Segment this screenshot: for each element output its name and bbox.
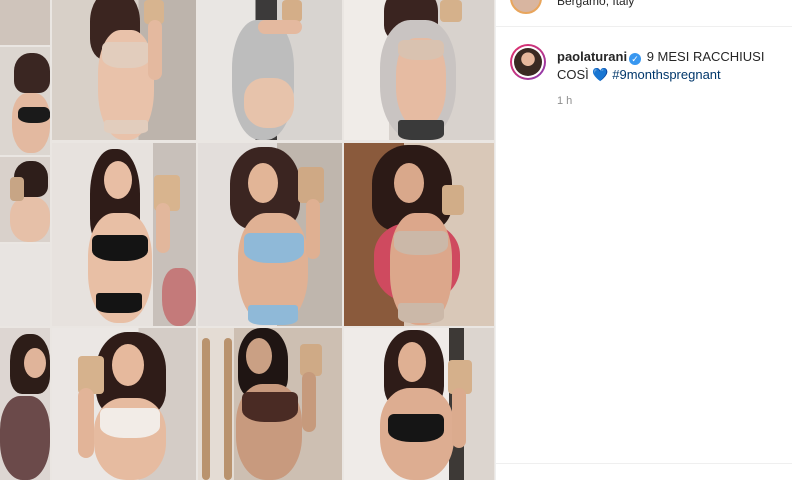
photo-tile-left-2 bbox=[0, 47, 50, 155]
photo-tile-r3c2 bbox=[198, 328, 342, 480]
header-divider bbox=[496, 26, 792, 27]
post-sidebar: Bergamo, Italy paolaturani ✓ 9 MESI RACCH… bbox=[495, 0, 792, 480]
photo-tile-r1c3 bbox=[344, 0, 494, 140]
caption-hashtag[interactable]: #9monthspregnant bbox=[612, 67, 720, 82]
photo-tile-r2c3 bbox=[344, 143, 494, 326]
photo-tile-r3c3 bbox=[344, 328, 494, 480]
caption-timestamp[interactable]: 1 h bbox=[557, 95, 572, 107]
post-caption: paolaturani ✓ 9 MESI RACCHIUSI COSÌ 💙 #9m… bbox=[557, 48, 777, 84]
caption-username[interactable]: paolaturani bbox=[557, 49, 627, 64]
post-photo-collage[interactable] bbox=[0, 0, 495, 480]
caption-avatar[interactable] bbox=[510, 44, 546, 80]
photo-tile-r2c1 bbox=[52, 143, 196, 326]
photo-tile-left-1 bbox=[0, 0, 50, 45]
photo-tile-left-4 bbox=[0, 244, 50, 326]
photo-tile-r1c2 bbox=[198, 0, 342, 140]
post-location[interactable]: Bergamo, Italy bbox=[557, 0, 634, 8]
header-avatar[interactable] bbox=[510, 0, 542, 14]
footer-divider bbox=[496, 463, 792, 464]
photo-tile-left-3 bbox=[0, 157, 50, 242]
photo-tile-r3c1 bbox=[52, 328, 196, 480]
photo-tile-left-5 bbox=[0, 328, 50, 480]
photo-tile-r2c2 bbox=[198, 143, 342, 326]
verified-badge-icon: ✓ bbox=[629, 53, 642, 65]
photo-tile-r1c1 bbox=[52, 0, 196, 140]
blue-heart-emoji-icon: 💙 bbox=[592, 67, 609, 82]
